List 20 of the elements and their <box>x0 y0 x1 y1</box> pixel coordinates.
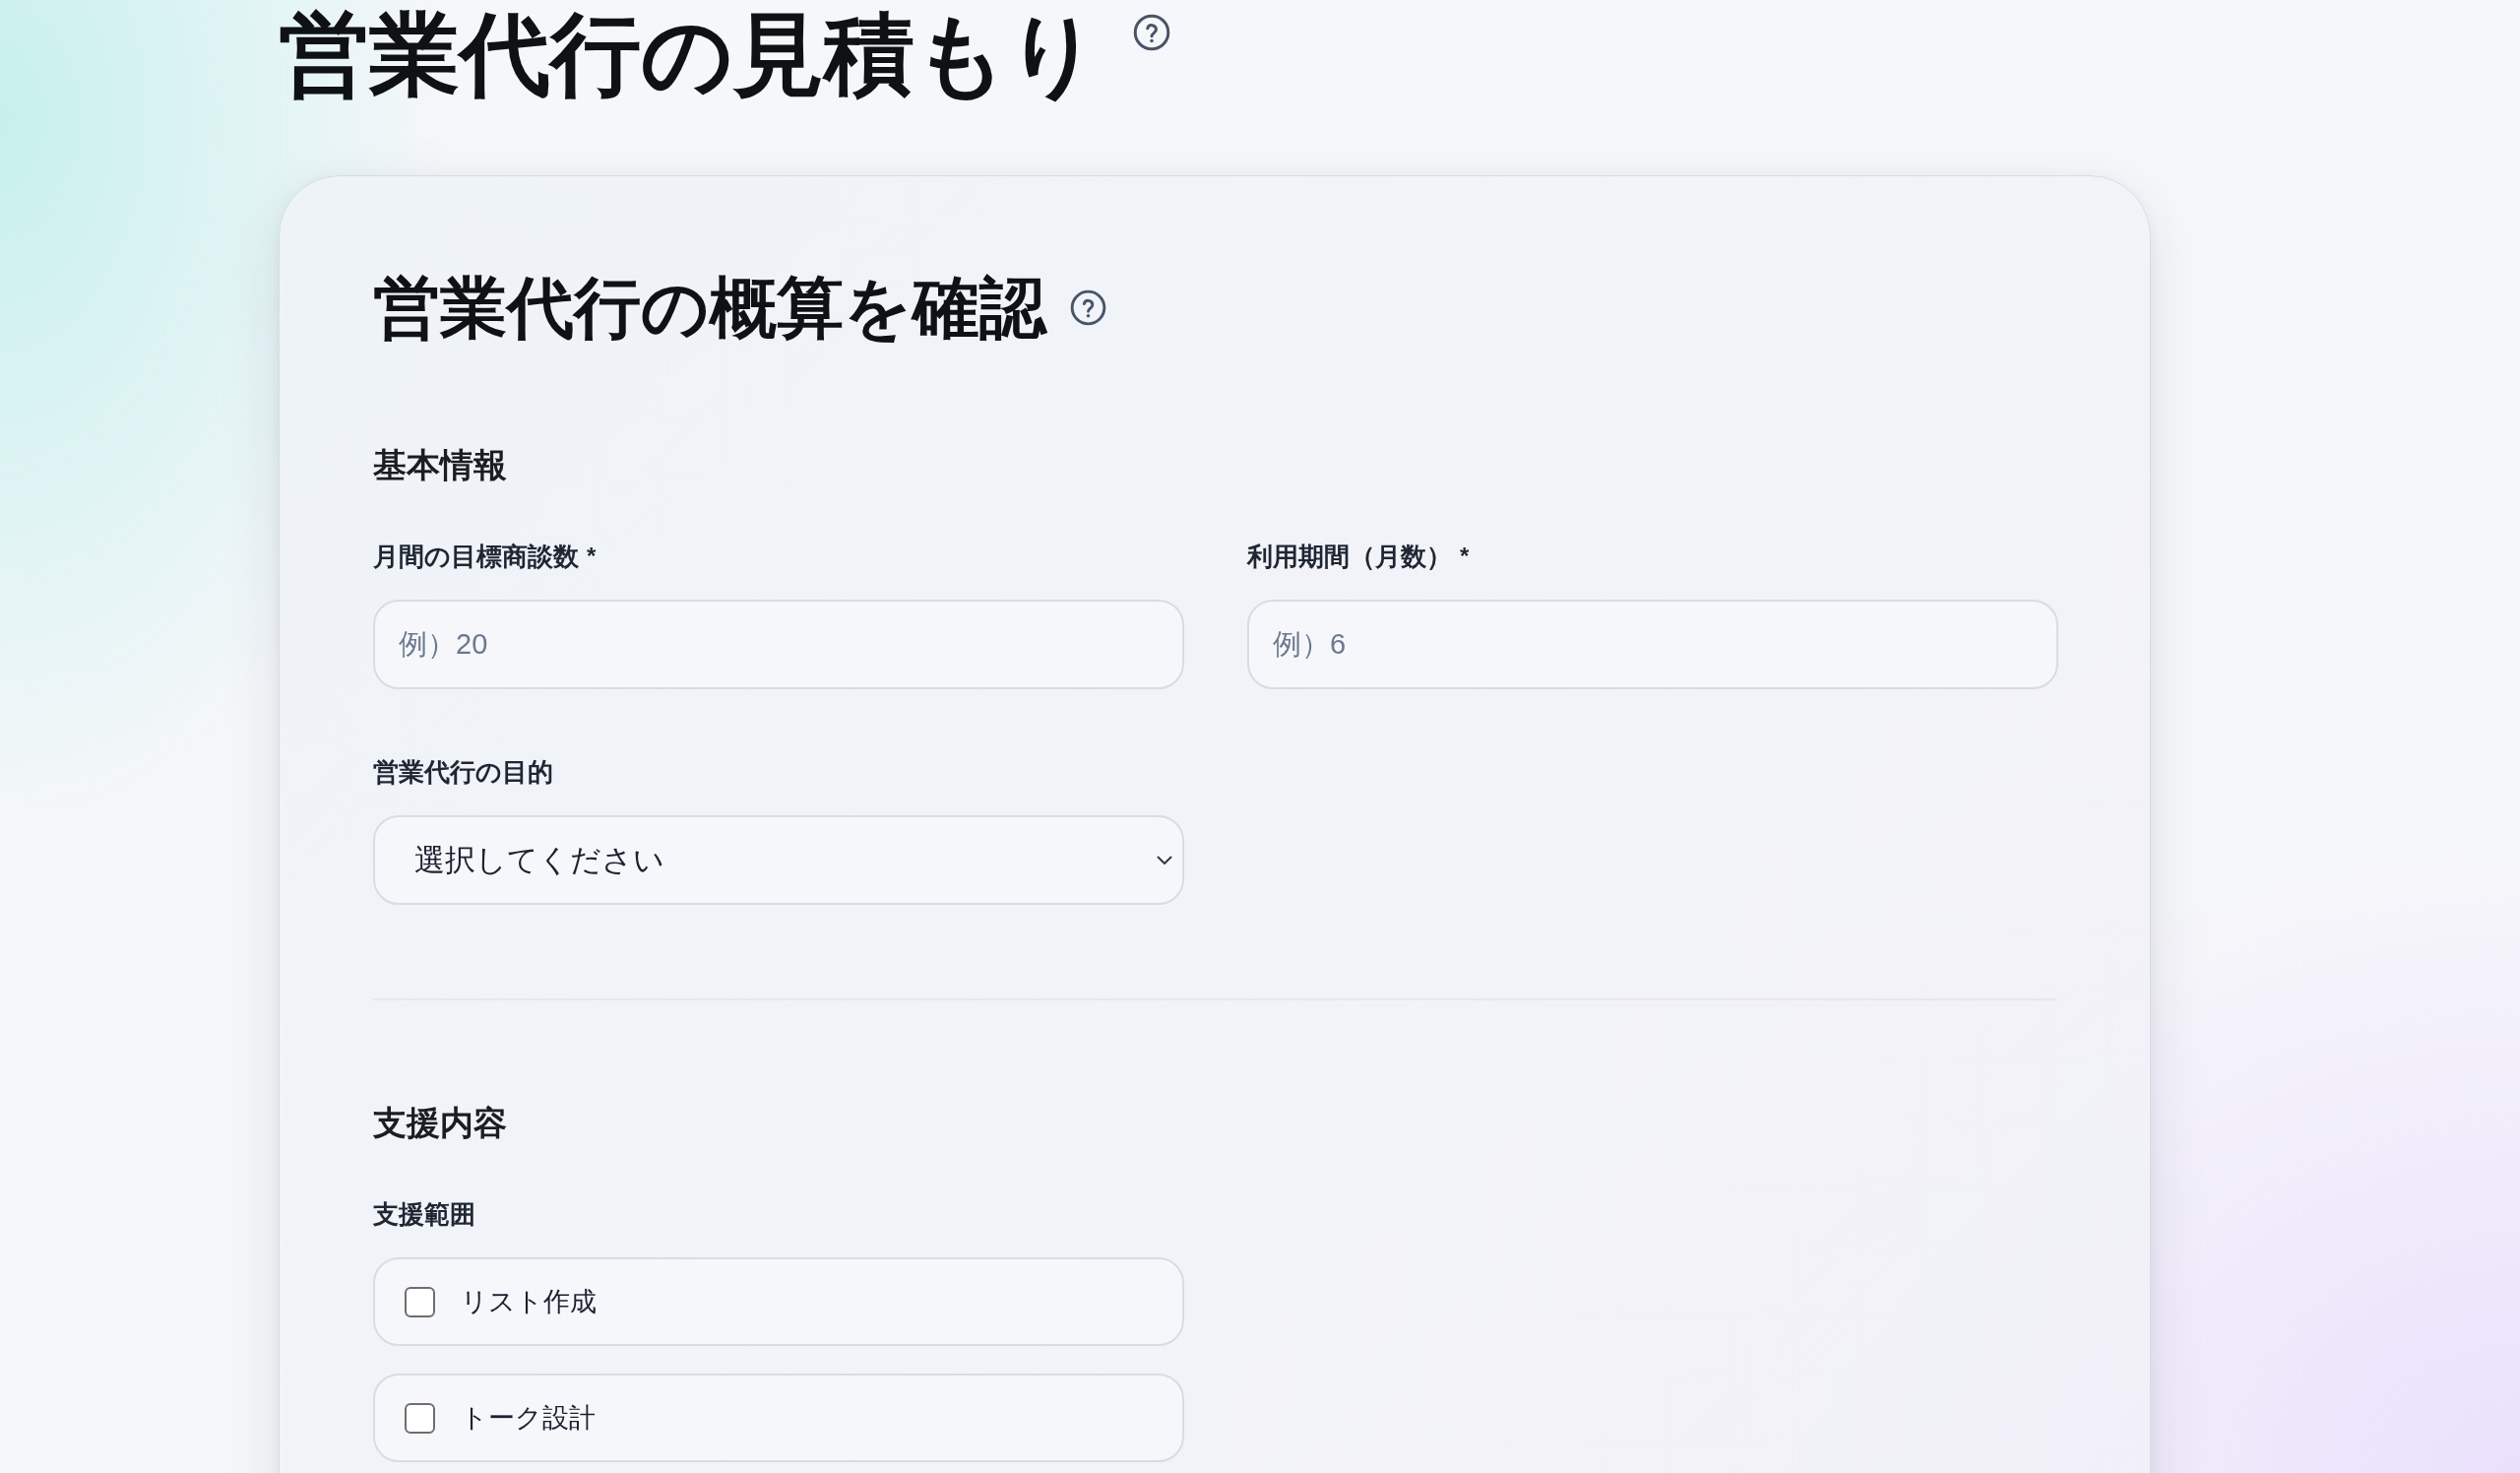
required-asterisk: * <box>1460 542 1470 571</box>
checkbox[interactable] <box>405 1286 435 1317</box>
chevron-down-icon <box>1157 855 1172 865</box>
card-title: 営業代行の概算を確認 <box>373 269 1046 347</box>
section-title: 基本情報 <box>373 445 507 485</box>
field-label: 支援範囲 <box>373 1198 475 1231</box>
required-asterisk: * <box>587 542 597 571</box>
dropdown-select[interactable]: 選択してください <box>373 815 1184 905</box>
field-label: 営業代行の目的 <box>373 756 553 789</box>
section-title: 支援内容 <box>373 1103 507 1143</box>
field-label: 月間の目標商談数 <box>373 541 579 573</box>
input-field[interactable]: 例）20 <box>373 600 1184 689</box>
help-icon[interactable] <box>1070 288 1106 326</box>
checkbox[interactable] <box>405 1402 435 1434</box>
checkbox-option[interactable]: リスト作成 <box>373 1257 1184 1346</box>
help-icon[interactable] <box>1133 14 1170 51</box>
field-label: 利用期間（月数） <box>1247 541 1452 573</box>
page-title: 営業代行の見積もり <box>279 3 1100 106</box>
checkbox-option[interactable]: トーク設計 <box>373 1374 1184 1462</box>
input-field[interactable]: 例）6 <box>1247 600 2058 689</box>
